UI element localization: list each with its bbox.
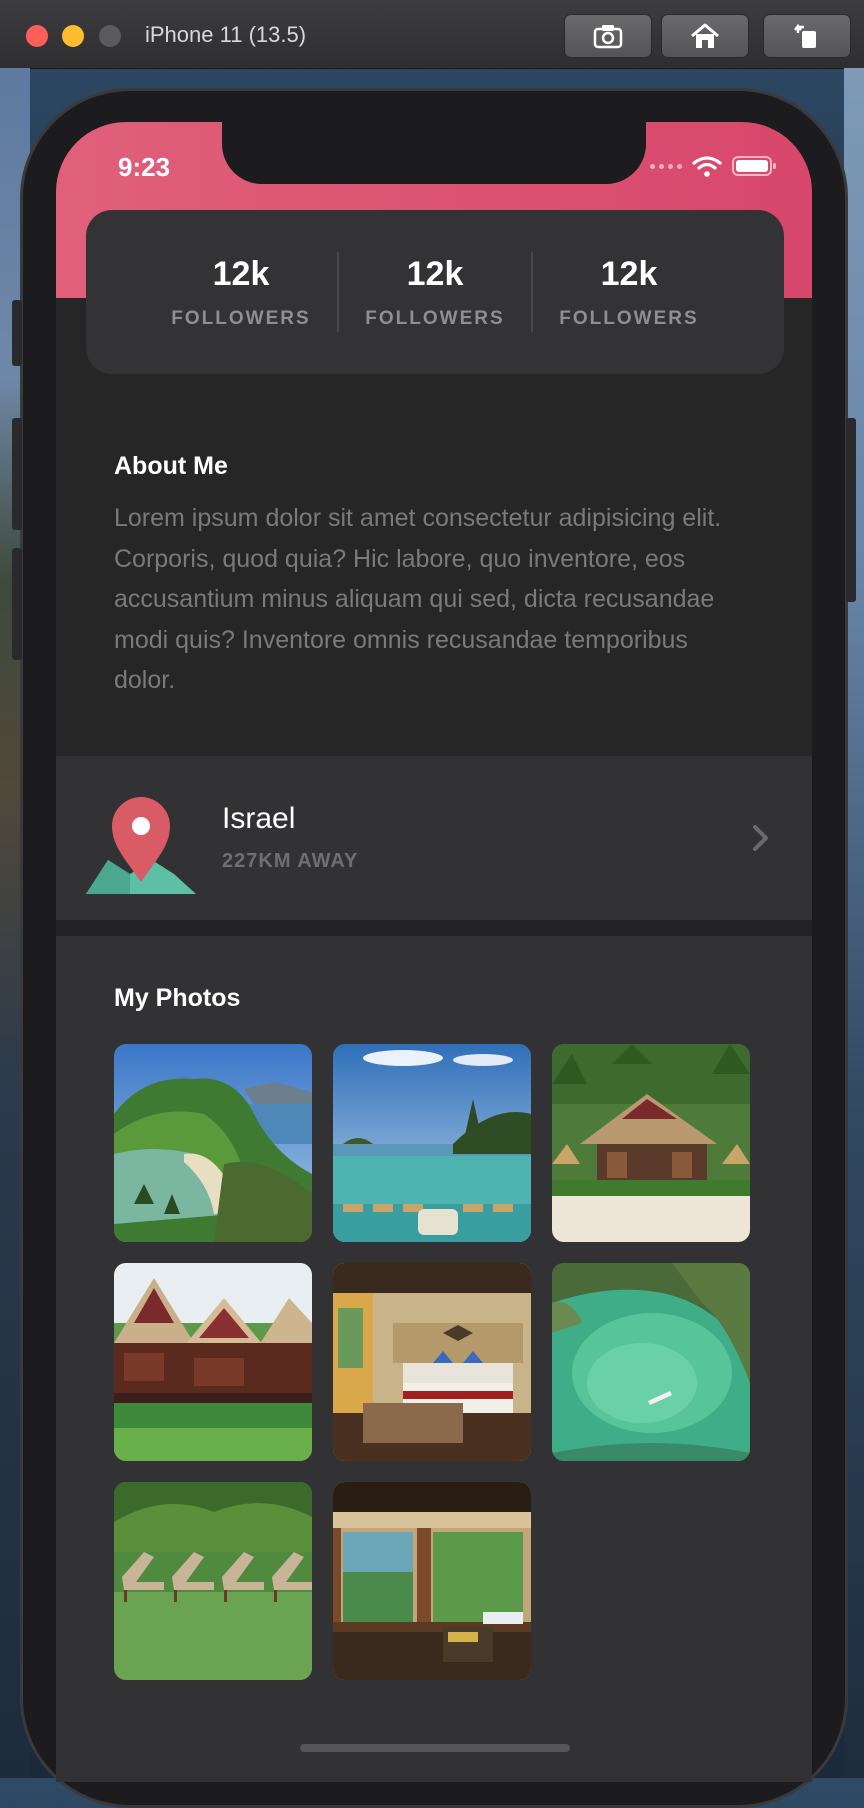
status-time: 9:23 (118, 152, 171, 182)
infinity-pool-image (333, 1044, 531, 1242)
villa-terrace-image (333, 1482, 531, 1680)
simulator-titlebar: iPhone 11 (13.5) (0, 0, 864, 69)
rotate-icon (794, 23, 816, 48)
power-button (846, 418, 856, 602)
stats-card: 12k FOLLOWERS 12k FOLLOWERS 12k FOLLOWER… (86, 210, 784, 374)
location-distance: 227KM AWAY (222, 850, 359, 872)
stat-value: 12k (212, 254, 270, 293)
wifi-icon (692, 156, 722, 177)
minimize-window-button[interactable] (62, 25, 84, 47)
notch (222, 122, 646, 184)
photo-villa-terrace[interactable] (333, 1482, 531, 1680)
mute-switch (12, 300, 22, 366)
about-title: About Me (114, 452, 228, 480)
stat-value: 12k (406, 254, 464, 293)
photo-infinity-pool[interactable] (333, 1044, 531, 1242)
stat-followers-3[interactable]: 12k FOLLOWERS (533, 255, 725, 330)
section-divider (56, 920, 812, 936)
simulator-title: iPhone 11 (13.5) (145, 22, 307, 47)
signal-icon (650, 163, 682, 169)
stilt-villas-image (114, 1263, 312, 1461)
rotate-button[interactable] (763, 14, 851, 58)
photo-stilt-villas[interactable] (114, 1263, 312, 1461)
stat-followers-2[interactable]: 12k FOLLOWERS (339, 255, 531, 330)
stat-followers-1[interactable]: 12k FOLLOWERS (145, 255, 337, 330)
battery-icon (732, 156, 776, 176)
photo-beach-hut[interactable] (552, 1044, 750, 1242)
zoom-window-button[interactable] (99, 25, 121, 47)
lounge-chairs-image (114, 1482, 312, 1680)
home-icon (691, 23, 719, 48)
photo-island-lagoon[interactable] (114, 1044, 312, 1242)
stat-label: FOLLOWERS (559, 307, 699, 329)
map-pin-icon (86, 797, 196, 894)
screenshot-button[interactable] (564, 14, 652, 58)
stat-label: FOLLOWERS (365, 307, 505, 329)
photo-green-lagoon-boat[interactable] (552, 1263, 750, 1461)
chevron-right-icon (753, 825, 768, 851)
app-screen: 9:23 12k FOLLOWERS 12k FOLLOWERS 12k FOL… (56, 122, 812, 1782)
screenshot-icon (593, 25, 623, 49)
photo-hotel-bedroom[interactable] (333, 1263, 531, 1461)
status-indicators (650, 154, 778, 178)
stat-value: 12k (600, 254, 658, 293)
location-name: Israel (222, 802, 296, 835)
photo-lounge-chairs[interactable] (114, 1482, 312, 1680)
green-lagoon-boat-image (552, 1263, 750, 1461)
location-row[interactable]: Israel 227KM AWAY (56, 756, 812, 920)
home-indicator[interactable] (300, 1744, 570, 1752)
hotel-bedroom-image (333, 1263, 531, 1461)
volume-up-button (12, 418, 22, 530)
volume-down-button (12, 548, 22, 660)
about-text: Lorem ipsum dolor sit amet consectetur a… (114, 504, 722, 694)
stat-label: FOLLOWERS (171, 307, 311, 329)
island-lagoon-image (114, 1044, 312, 1242)
beach-hut-image (552, 1044, 750, 1242)
photos-title: My Photos (114, 984, 241, 1012)
home-button[interactable] (661, 14, 749, 58)
close-window-button[interactable] (26, 25, 48, 47)
